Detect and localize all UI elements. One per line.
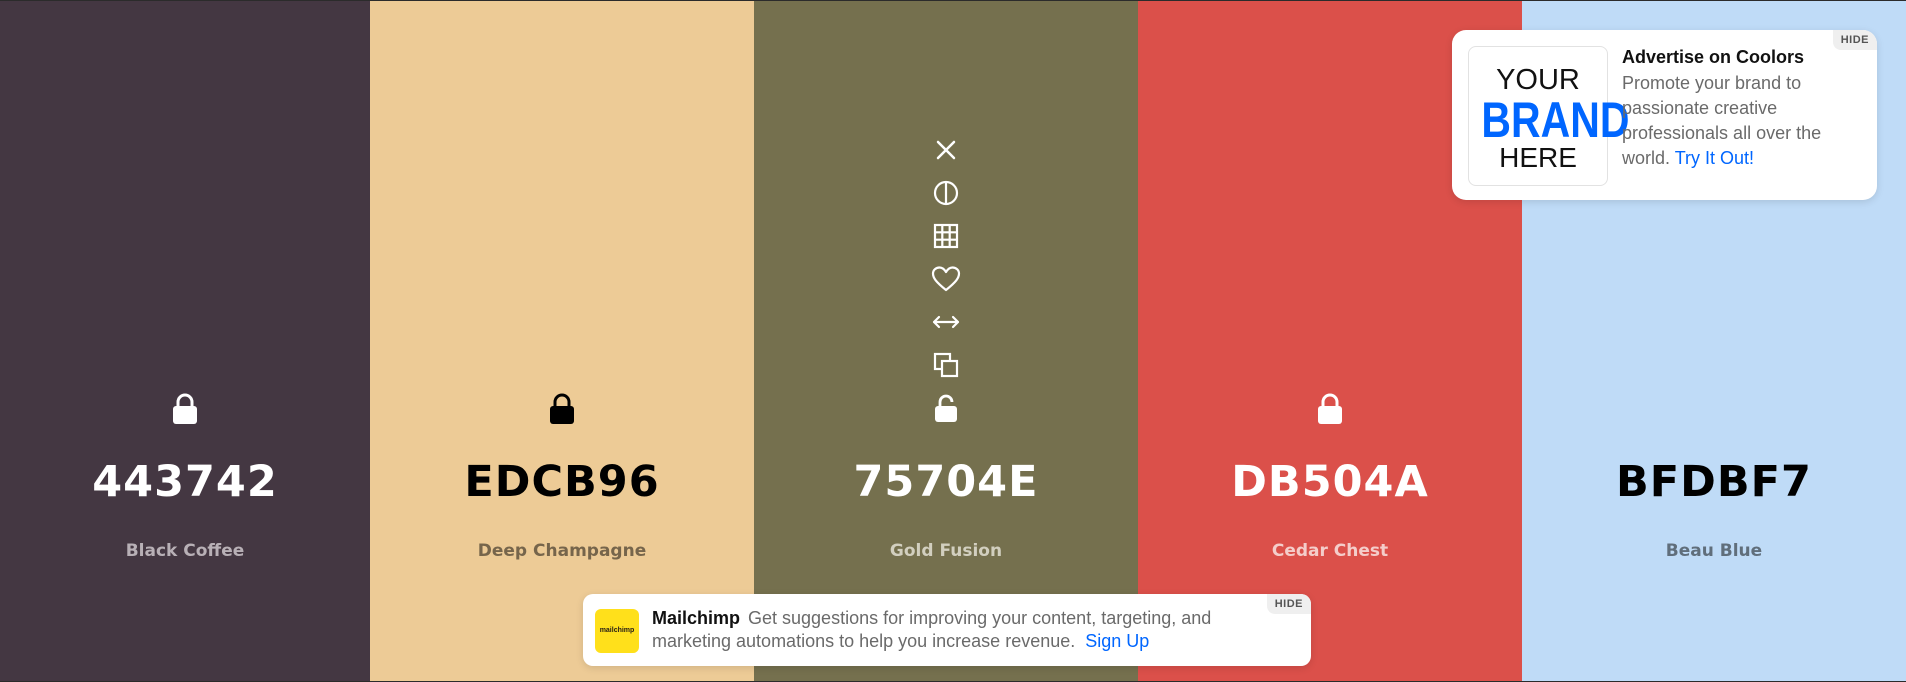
advertise-card: YOUR BRAND HERE Advertise on Coolors Pro… xyxy=(1452,30,1877,200)
hex-code[interactable]: EDCB96 xyxy=(370,457,754,507)
lock-icon[interactable] xyxy=(169,391,201,425)
copy-icon[interactable] xyxy=(930,349,962,381)
mailchimp-text: Mailchimp Get suggestions for improving y… xyxy=(652,607,1232,653)
color-name[interactable]: Deep Champagne xyxy=(370,541,754,561)
close-icon[interactable] xyxy=(930,134,962,166)
brand-line-2: BRAND xyxy=(1481,92,1630,148)
hex-code[interactable]: 75704E xyxy=(754,457,1138,507)
swatch-black-coffee[interactable]: 443742 Black Coffee xyxy=(0,1,370,681)
mailchimp-banner: mailchimp Mailchimp Get suggestions for i… xyxy=(583,594,1311,666)
hex-code[interactable]: 443742 xyxy=(0,457,370,507)
shades-grid-icon[interactable] xyxy=(930,220,962,252)
hex-code[interactable]: DB504A xyxy=(1138,457,1522,507)
lock-icon[interactable] xyxy=(1314,391,1346,425)
brand-line-3: HERE xyxy=(1499,142,1577,173)
hide-ad-button[interactable]: HIDE xyxy=(1832,30,1877,50)
lock-icon[interactable] xyxy=(546,391,578,425)
color-name[interactable]: Gold Fusion xyxy=(754,541,1138,561)
swatch-gold-fusion[interactable]: 75704E Gold Fusion xyxy=(754,1,1138,681)
ad-body: Promote your brand to passionate creativ… xyxy=(1622,71,1854,171)
color-name[interactable]: Cedar Chest xyxy=(1138,541,1522,561)
color-name[interactable]: Black Coffee xyxy=(0,541,370,561)
heart-icon[interactable] xyxy=(930,263,962,295)
hex-code[interactable]: BFDBF7 xyxy=(1522,457,1906,507)
color-name[interactable]: Beau Blue xyxy=(1522,541,1906,561)
contrast-icon[interactable] xyxy=(930,177,962,209)
sign-up-link[interactable]: Sign Up xyxy=(1085,631,1149,651)
mailchimp-name: Mailchimp xyxy=(652,608,741,628)
mailchimp-logo[interactable]: mailchimp xyxy=(595,609,639,653)
ad-title[interactable]: Advertise on Coolors xyxy=(1622,47,1804,68)
drag-arrows-icon[interactable] xyxy=(930,306,962,338)
try-it-out-link[interactable]: Try It Out! xyxy=(1675,148,1754,168)
brand-placeholder-logo[interactable]: YOUR BRAND HERE xyxy=(1468,46,1630,186)
swatch-tools xyxy=(928,134,964,435)
swatch-deep-champagne[interactable]: EDCB96 Deep Champagne xyxy=(370,1,754,681)
unlock-icon[interactable] xyxy=(930,392,962,424)
hide-banner-button[interactable]: HIDE xyxy=(1266,594,1311,614)
